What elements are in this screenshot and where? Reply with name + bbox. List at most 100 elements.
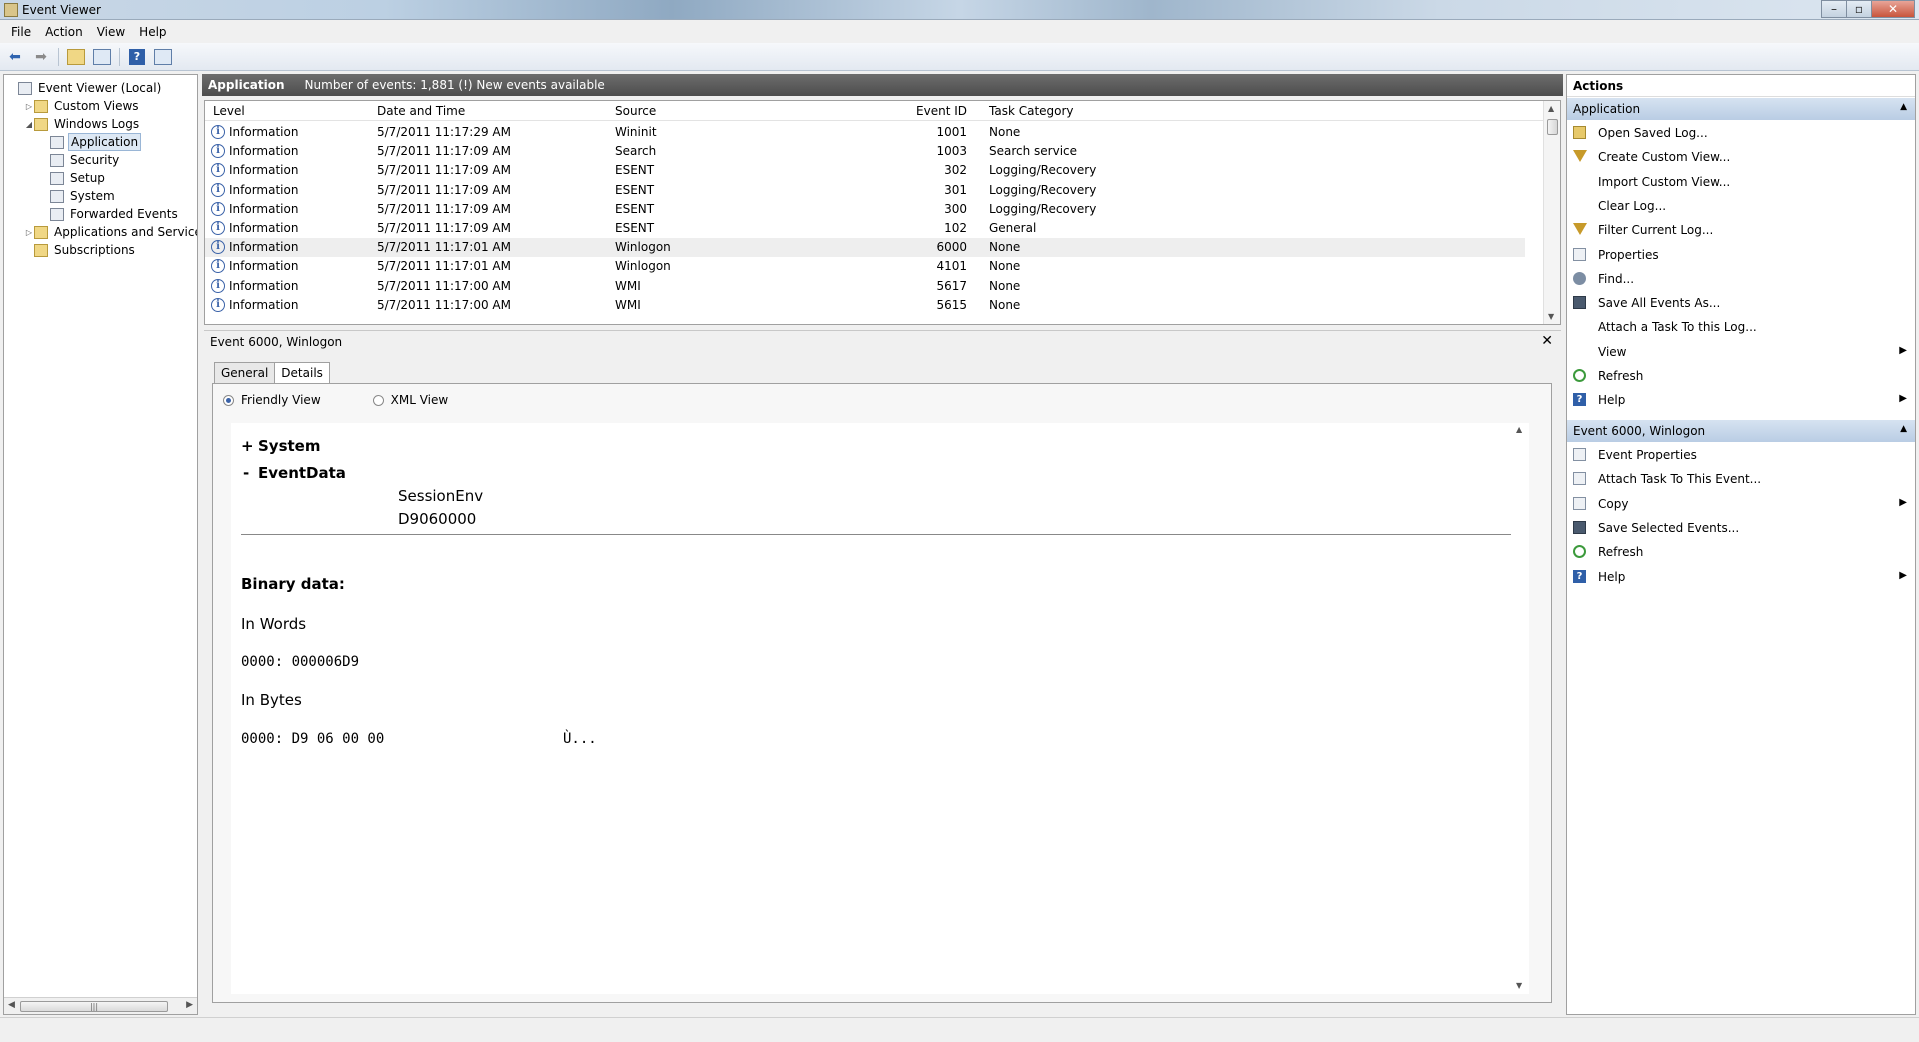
event-source: ESENT bbox=[615, 221, 655, 235]
information-icon: i bbox=[211, 278, 225, 293]
action-event-properties[interactable]: Event Properties bbox=[1567, 443, 1915, 467]
action-open-saved-log[interactable]: Open Saved Log... bbox=[1567, 121, 1915, 145]
scroll-down-icon[interactable]: ▼ bbox=[1516, 981, 1522, 990]
action-attach-a-task-to-this-log[interactable]: Attach a Task To this Log... bbox=[1567, 315, 1915, 339]
action-create-custom-view[interactable]: Create Custom View... bbox=[1567, 145, 1915, 169]
column-task-category[interactable]: Task Category bbox=[989, 104, 1074, 118]
scroll-thumb[interactable] bbox=[1547, 119, 1558, 135]
tree-horizontal-scrollbar[interactable]: ◀ ||| ▶ bbox=[4, 997, 197, 1014]
help-icon[interactable]: ? bbox=[126, 47, 148, 67]
event-date-time: 5/7/2011 11:17:09 AM bbox=[377, 163, 511, 178]
tree-item-windows-logs[interactable]: ◢ Windows Logs bbox=[24, 115, 141, 133]
tree-item-security[interactable]: Security bbox=[40, 151, 121, 169]
action-find[interactable]: Find... bbox=[1567, 267, 1915, 291]
column-event-id[interactable]: Event ID bbox=[916, 104, 967, 118]
show-hide-tree-icon[interactable] bbox=[91, 47, 113, 67]
event-row[interactable]: i Information 5/7/2011 11:17:00 AM WMI 5617 N… bbox=[205, 277, 1525, 296]
xml-view-radio[interactable] bbox=[372, 394, 384, 406]
action-refresh[interactable]: Refresh bbox=[1567, 540, 1915, 564]
back-arrow-icon[interactable]: ⬅ bbox=[4, 47, 26, 67]
event-task-category: Logging/Recovery bbox=[989, 182, 1097, 197]
forward-arrow-icon[interactable]: ➡ bbox=[30, 47, 52, 67]
collapse-caret-icon[interactable]: ▲ bbox=[1900, 424, 1907, 434]
scroll-up-icon[interactable]: ▲ bbox=[1548, 104, 1554, 113]
actions-group-application[interactable]: Application ▲ bbox=[1567, 98, 1915, 120]
action-clear-log[interactable]: Clear Log... bbox=[1567, 194, 1915, 218]
action-view[interactable]: View ▶ bbox=[1567, 340, 1915, 364]
friendly-view-label[interactable]: Friendly View bbox=[241, 393, 321, 407]
tree-item-setup[interactable]: Setup bbox=[40, 169, 107, 187]
action-save-selected-events[interactable]: Save Selected Events... bbox=[1567, 516, 1915, 540]
tree-item-forwarded-events[interactable]: Forwarded Events bbox=[40, 205, 180, 223]
action-import-custom-view[interactable]: Import Custom View... bbox=[1567, 170, 1915, 194]
scroll-left-icon[interactable]: ◀ bbox=[8, 1000, 15, 1010]
action-refresh[interactable]: Refresh bbox=[1567, 364, 1915, 388]
collapse-caret-icon[interactable]: ▲ bbox=[1900, 102, 1907, 112]
actions-group-label: Application bbox=[1573, 102, 1641, 116]
scroll-right-icon[interactable]: ▶ bbox=[186, 1000, 193, 1010]
detail-scrollbar[interactable]: ▲ ▼ bbox=[1512, 423, 1529, 994]
action-save-all-events-as[interactable]: Save All Events As... bbox=[1567, 291, 1915, 315]
event-row[interactable]: i Information 5/7/2011 11:17:09 AM ESENT 300… bbox=[205, 200, 1525, 219]
event-row[interactable]: i Information 5/7/2011 11:17:01 AM Winlogon… bbox=[205, 257, 1525, 276]
system-section-title[interactable]: System bbox=[258, 437, 320, 455]
action-label: Save All Events As... bbox=[1598, 296, 1721, 311]
action-properties[interactable]: Properties bbox=[1567, 243, 1915, 267]
tab-general[interactable]: General bbox=[214, 362, 276, 384]
column-level[interactable]: Level bbox=[213, 104, 245, 118]
menu-action[interactable]: Action bbox=[38, 25, 90, 39]
action-help[interactable]: ? Help ▶ bbox=[1567, 565, 1915, 589]
tree-expander-icon[interactable]: ▷ bbox=[24, 102, 34, 111]
up-folder-icon[interactable] bbox=[65, 47, 87, 67]
action-filter-current-log[interactable]: Filter Current Log... bbox=[1567, 218, 1915, 242]
eventdata-value: SessionEnv bbox=[398, 487, 484, 505]
close-detail-icon[interactable]: ✕ bbox=[1541, 333, 1553, 349]
tab-details[interactable]: Details bbox=[274, 362, 330, 385]
tree-item-applications-and-services-lo[interactable]: ▷ Applications and Services Lo bbox=[24, 223, 197, 241]
action-copy[interactable]: Copy ▶ bbox=[1567, 492, 1915, 516]
minimize-button[interactable]: – bbox=[1821, 0, 1847, 18]
restore-button[interactable]: ▫ bbox=[1846, 0, 1872, 18]
show-hide-actions-icon[interactable] bbox=[152, 47, 174, 67]
scroll-up-icon[interactable]: ▲ bbox=[1516, 425, 1522, 434]
help-icon: ? bbox=[1573, 393, 1586, 407]
xml-view-label[interactable]: XML View bbox=[391, 393, 449, 407]
event-row[interactable]: i Information 5/7/2011 11:17:09 AM ESENT 302… bbox=[205, 161, 1525, 180]
column-date-time[interactable]: Date and Time bbox=[377, 104, 465, 118]
event-row[interactable]: i Information 5/7/2011 11:17:09 AM ESENT 102… bbox=[205, 219, 1525, 238]
tree-item-custom-views[interactable]: ▷ Custom Views bbox=[24, 97, 141, 115]
event-row[interactable]: i Information 5/7/2011 11:17:29 AM Wininit 1… bbox=[205, 123, 1525, 142]
tree-item-system[interactable]: System bbox=[40, 187, 117, 205]
center-pane: Application Number of events: 1,881 (!) … bbox=[202, 74, 1563, 1015]
action-help[interactable]: ? Help ▶ bbox=[1567, 388, 1915, 412]
event-row[interactable]: i Information 5/7/2011 11:17:00 AM WMI 5615 N… bbox=[205, 296, 1525, 315]
tree-item-label: System bbox=[70, 189, 115, 203]
event-list-scrollbar[interactable]: ▲ ▼ bbox=[1543, 101, 1560, 324]
title-bar: Event Viewer – ▫ ✕ bbox=[0, 0, 1919, 20]
scroll-thumb[interactable]: ||| bbox=[20, 1001, 168, 1012]
tree-item-event-viewer-local[interactable]: Event Viewer (Local) bbox=[8, 79, 163, 97]
tree-item-subscriptions[interactable]: Subscriptions bbox=[24, 241, 137, 259]
scroll-down-icon[interactable]: ▼ bbox=[1548, 312, 1554, 321]
event-row[interactable]: i Information 5/7/2011 11:17:09 AM ESENT 301… bbox=[205, 181, 1525, 200]
actions-group-event[interactable]: Event 6000, Winlogon ▲ bbox=[1567, 420, 1915, 442]
information-icon: i bbox=[211, 125, 225, 139]
event-task-category: Logging/Recovery bbox=[989, 201, 1097, 216]
event-row[interactable]: i Information 5/7/2011 11:17:01 AM Winlogon… bbox=[205, 238, 1525, 258]
eventdata-section-title[interactable]: EventData bbox=[258, 464, 346, 482]
menu-view[interactable]: View bbox=[90, 25, 132, 39]
friendly-view-radio[interactable] bbox=[223, 394, 234, 406]
eventdata-collapse-toggle[interactable]: - bbox=[243, 464, 249, 482]
system-expand-toggle[interactable]: + bbox=[241, 437, 254, 455]
eventdata-value: D9060000 bbox=[398, 510, 477, 528]
tree-expander-icon[interactable]: ◢ bbox=[24, 120, 34, 129]
action-attach-task-to-this-event[interactable]: Attach Task To This Event... bbox=[1567, 467, 1915, 491]
menu-file[interactable]: File bbox=[4, 25, 38, 39]
tree-expander-icon[interactable]: ▷ bbox=[24, 228, 34, 237]
event-row[interactable]: i Information 5/7/2011 11:17:09 AM Search 10… bbox=[205, 142, 1525, 161]
menu-help[interactable]: Help bbox=[132, 25, 173, 39]
toolbar: ⬅ ➡ ? bbox=[0, 43, 1919, 71]
tree-item-application[interactable]: Application bbox=[40, 133, 142, 151]
column-source[interactable]: Source bbox=[615, 104, 656, 118]
close-window-button[interactable]: ✕ bbox=[1871, 0, 1915, 18]
